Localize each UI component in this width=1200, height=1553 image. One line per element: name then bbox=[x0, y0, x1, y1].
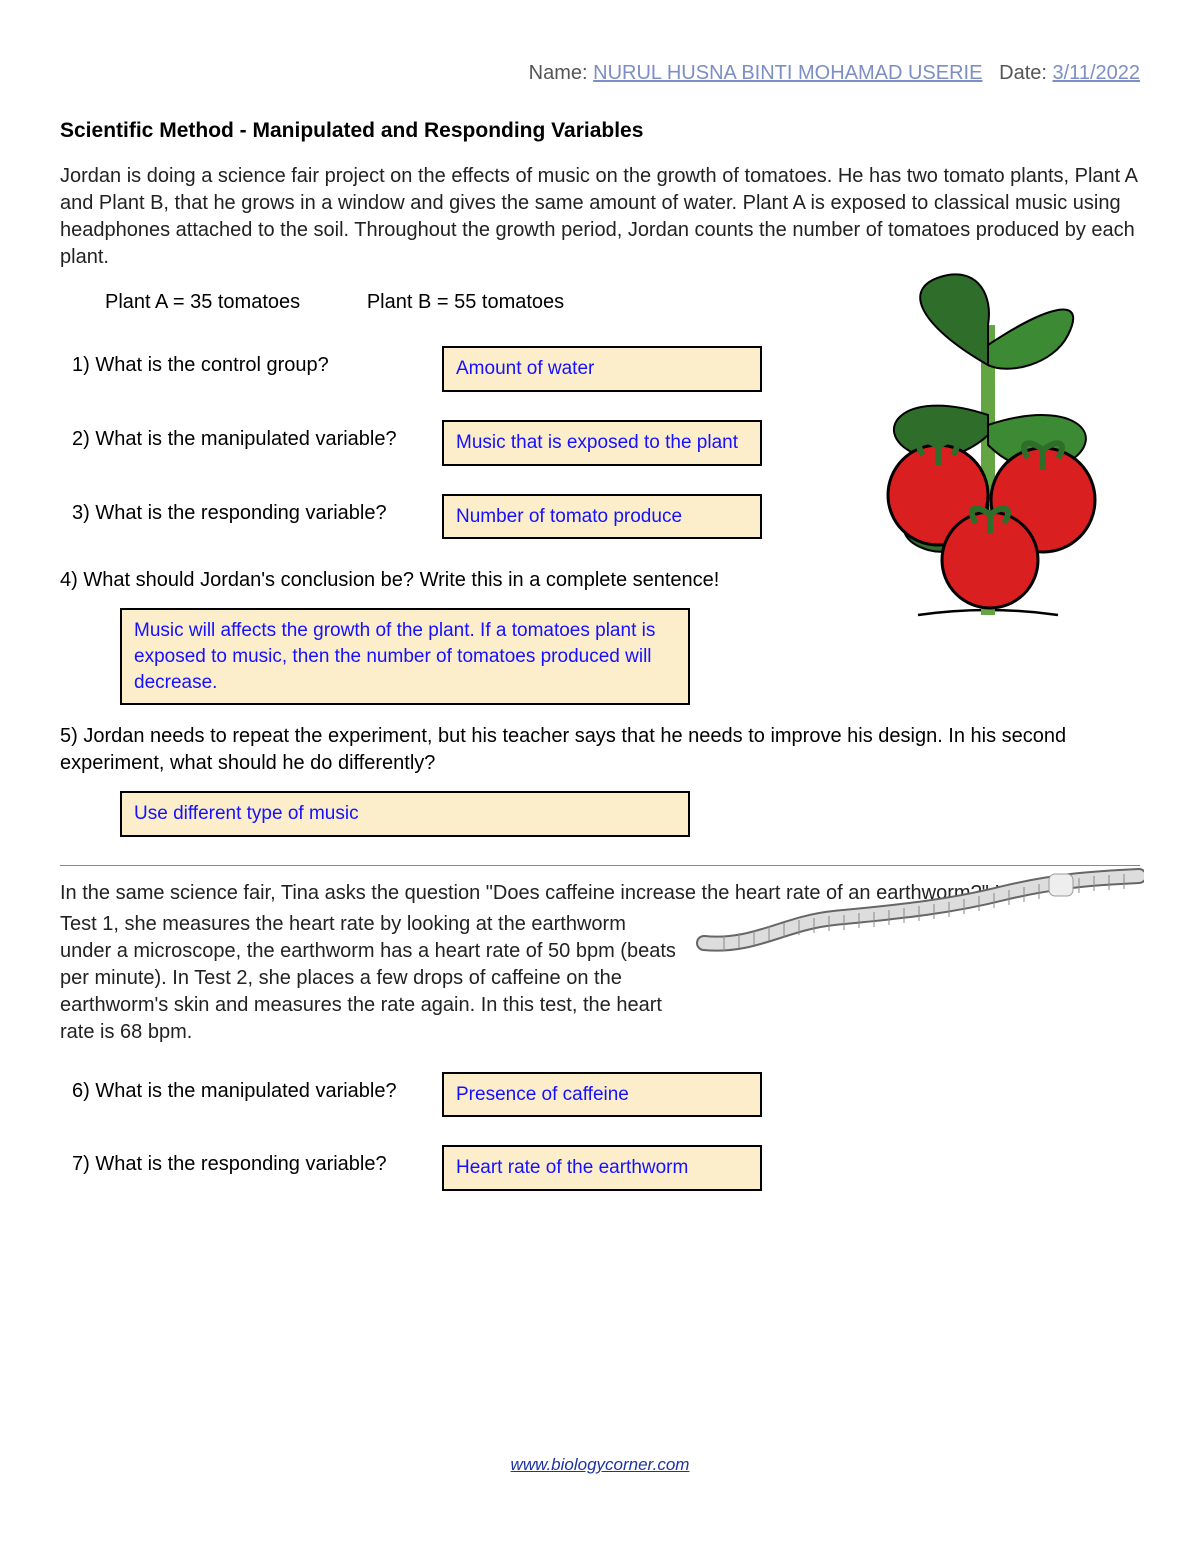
answer-3-box[interactable]: Number of tomato produce bbox=[442, 494, 762, 540]
intro-paragraph: Jordan is doing a science fair project o… bbox=[60, 163, 1140, 271]
answer-1-box[interactable]: Amount of water bbox=[442, 346, 762, 392]
section2-rest: Test 1, she measures the heart rate by l… bbox=[60, 911, 680, 1046]
question-7-label: 7) What is the responding variable? bbox=[72, 1145, 442, 1178]
date-value: 3/11/2022 bbox=[1053, 62, 1141, 84]
header-name-date: Name: NURUL HUSNA BINTI MOHAMAD USERIE D… bbox=[60, 60, 1140, 87]
footer-link[interactable]: www.biologycorner.com bbox=[511, 1455, 690, 1474]
question-7-row: 7) What is the responding variable? Hear… bbox=[72, 1145, 1140, 1191]
name-label: Name: bbox=[529, 62, 588, 84]
plant-b-result: Plant B = 55 tomatoes bbox=[367, 291, 564, 313]
section-divider bbox=[60, 865, 1140, 866]
question-6-label: 6) What is the manipulated variable? bbox=[72, 1072, 442, 1105]
question-2-label: 2) What is the manipulated variable? bbox=[72, 420, 442, 453]
answer-5-box[interactable]: Use different type of music bbox=[120, 791, 690, 837]
question-6-row: 6) What is the manipulated variable? Pre… bbox=[72, 1072, 1140, 1118]
answer-4-box[interactable]: Music will affects the growth of the pla… bbox=[120, 608, 690, 705]
question-3-label: 3) What is the responding variable? bbox=[72, 494, 442, 527]
plant-a-result: Plant A = 35 tomatoes bbox=[105, 291, 300, 313]
earthworm-icon bbox=[694, 868, 1144, 958]
worksheet-title: Scientific Method - Manipulated and Resp… bbox=[60, 117, 1140, 145]
footer: www.biologycorner.com bbox=[0, 1455, 1200, 1475]
tomato-plant-icon bbox=[838, 265, 1138, 625]
date-label: Date: bbox=[999, 62, 1047, 84]
answer-6-box[interactable]: Presence of caffeine bbox=[442, 1072, 762, 1118]
question-1-label: 1) What is the control group? bbox=[72, 346, 442, 379]
question-5-label: 5) Jordan needs to repeat the experiment… bbox=[60, 723, 1140, 777]
answer-2-box[interactable]: Music that is exposed to the plant bbox=[442, 420, 762, 466]
student-name: NURUL HUSNA BINTI MOHAMAD USERIE bbox=[593, 62, 982, 84]
answer-7-box[interactable]: Heart rate of the earthworm bbox=[442, 1145, 762, 1191]
